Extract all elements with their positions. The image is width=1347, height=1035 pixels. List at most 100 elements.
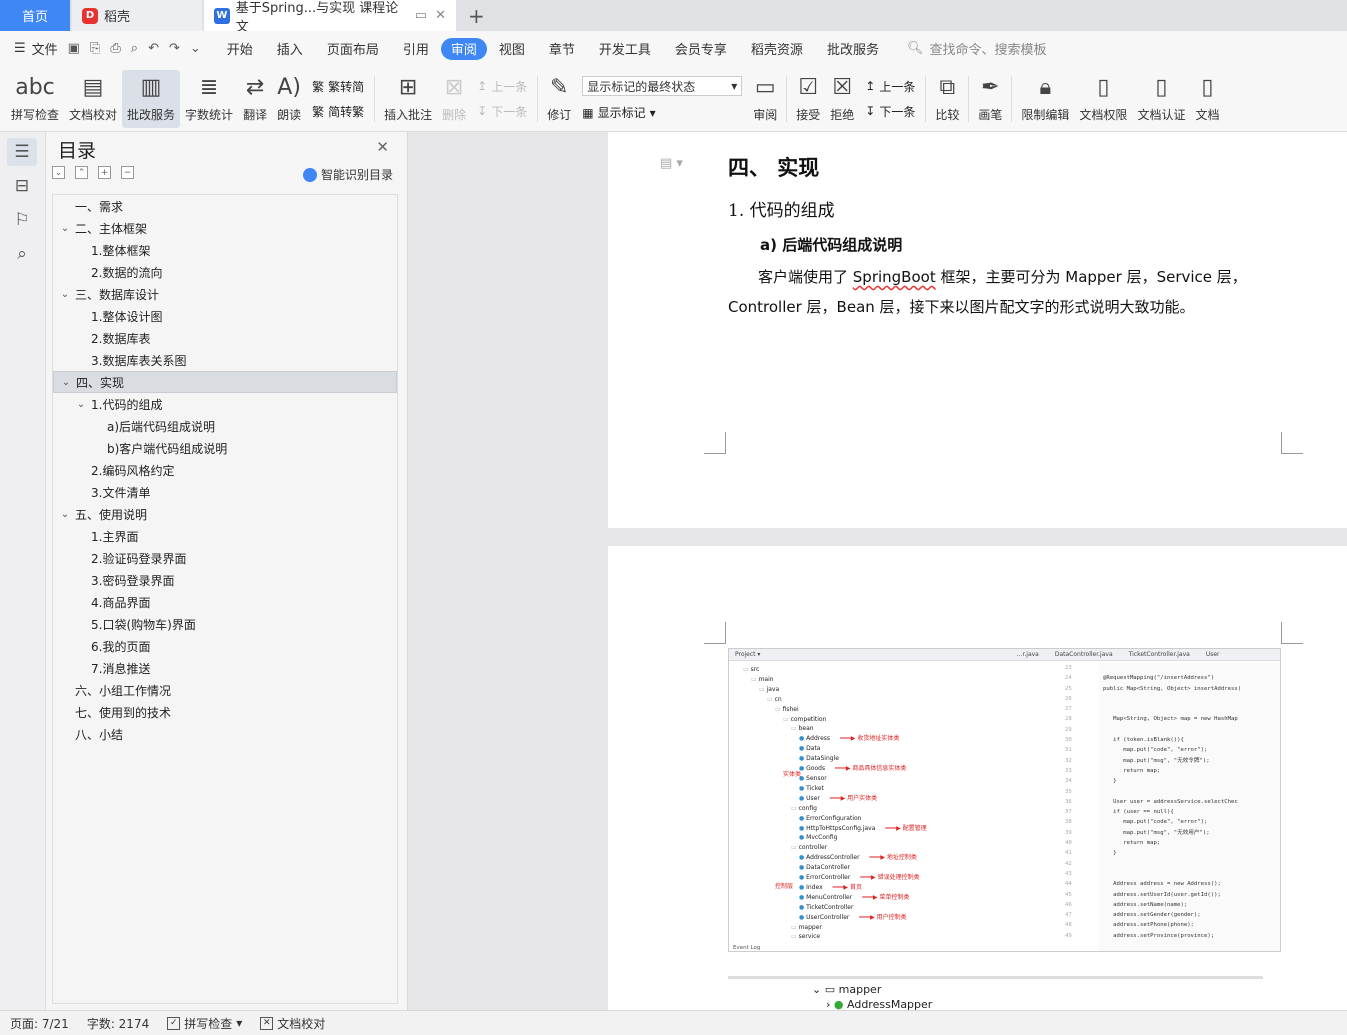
review-pane-button[interactable]: ▭ 审阅	[748, 70, 782, 128]
export-icon[interactable]: ⎘	[90, 41, 100, 56]
toc-item[interactable]: 2.数据的流向	[53, 261, 397, 283]
status-proofread[interactable]: ✕ 文档校对	[260, 1015, 325, 1032]
toc-item[interactable]: ⌄ 二、主体框架	[53, 217, 397, 239]
toc-item[interactable]: 4.商品界面	[53, 591, 397, 613]
simple-to-trad-button[interactable]: 繁简转繁	[312, 103, 364, 120]
status-spell-check[interactable]: ✓ 拼写检查 ▾	[167, 1015, 242, 1032]
add-icon[interactable]: +	[98, 166, 111, 179]
translate-button[interactable]: ⇄ 翻译	[238, 70, 272, 128]
save-icon[interactable]: ▣	[68, 41, 80, 56]
chevron-down-icon[interactable]: ⌄	[57, 509, 73, 520]
restrict-edit-button[interactable]: 🔒︎ 限制编辑	[1016, 70, 1074, 128]
toc-item[interactable]: 七、使用到的技术	[53, 701, 397, 723]
close-icon[interactable]: ✕	[376, 138, 389, 156]
chevron-down-icon[interactable]: ⌄	[57, 223, 73, 234]
doc-permission-button[interactable]: ▯ 文档权限	[1074, 70, 1132, 128]
tab-daoke[interactable]: D 稻壳	[72, 0, 202, 31]
crop-mark	[1281, 432, 1303, 454]
next-change-button[interactable]: ↧ 下一条	[865, 103, 915, 120]
toc-item[interactable]: ⌄ 四、实现	[53, 371, 397, 393]
chevron-down-icon[interactable]: ⌄	[57, 289, 73, 300]
word-count-button[interactable]: ≣ 字数统计	[180, 70, 238, 128]
next-comment-button[interactable]: ↧ 下一条	[477, 103, 527, 120]
menu-item[interactable]: 开始	[215, 38, 265, 60]
collapse-all-icon[interactable]: ⌃	[75, 166, 88, 179]
chapter-nav-button[interactable]: ⊟	[7, 172, 37, 200]
menu-item[interactable]: 审阅	[440, 37, 487, 60]
word-count[interactable]: 字数: 2174	[87, 1015, 149, 1032]
toc-item[interactable]: 一、需求	[53, 195, 397, 217]
new-tab-button[interactable]: +	[456, 0, 497, 31]
remove-icon[interactable]: −	[121, 166, 134, 179]
compare-button[interactable]: ⧉ 比较	[930, 70, 964, 128]
toc-item[interactable]: b)客户端代码组成说明	[53, 437, 397, 459]
toc-item[interactable]: 六、小组工作情况	[53, 679, 397, 701]
toc-item[interactable]: 八、小结	[53, 723, 397, 745]
correction-service-button[interactable]: ▥ 批改服务	[122, 69, 181, 128]
paragraph-menu-icon[interactable]: ▤ ▾	[660, 156, 683, 171]
toc-item[interactable]: 1.主界面	[53, 525, 397, 547]
toc-item[interactable]: ⌄ 三、数据库设计	[53, 283, 397, 305]
toc-item[interactable]: 1.整体框架	[53, 239, 397, 261]
print-icon[interactable]: ⎙	[110, 41, 120, 56]
chevron-down-icon[interactable]: ⌄	[190, 41, 201, 56]
expand-all-icon[interactable]: ⌄	[52, 166, 65, 179]
search-nav-button[interactable]: ⌕	[7, 240, 37, 268]
menu-item[interactable]: 章节	[537, 38, 587, 60]
menu-item[interactable]: 视图	[487, 38, 537, 60]
smart-toc-button[interactable]: 智能识别目录	[302, 166, 393, 183]
prev-change-button[interactable]: ↥ 上一条	[865, 78, 915, 95]
pin-icon[interactable]: ▭	[415, 8, 427, 23]
pen-button[interactable]: ✒ 画笔	[973, 70, 1007, 128]
menu-item[interactable]: 批改服务	[815, 38, 891, 60]
toc-item[interactable]: 1.整体设计图	[53, 305, 397, 327]
delete-comment-button[interactable]: ⊠ 删除	[437, 70, 471, 128]
track-changes-button[interactable]: ✎ 修订	[542, 70, 576, 128]
menu-item[interactable]: 会员专享	[663, 38, 739, 60]
next-icon: ↧	[865, 104, 876, 118]
toc-item[interactable]: 3.数据库表关系图	[53, 349, 397, 371]
redo-icon[interactable]: ↷	[169, 41, 180, 56]
proofread-button[interactable]: ▤ 文档校对	[64, 70, 122, 128]
toc-item[interactable]: 2.验证码登录界面	[53, 547, 397, 569]
file-menu[interactable]: ☰ 文件	[14, 39, 58, 58]
menu-item[interactable]: 稻壳资源	[739, 38, 815, 60]
undo-icon[interactable]: ↶	[148, 41, 159, 56]
toc-item[interactable]: ⌄ 五、使用说明	[53, 503, 397, 525]
insert-comment-button[interactable]: ⊞ 插入批注	[379, 70, 437, 128]
show-markup-button[interactable]: ▦ 显示标记 ▾	[582, 104, 742, 121]
accept-button[interactable]: ☑ 接受	[791, 70, 825, 128]
toc-item[interactable]: 2.数据库表	[53, 327, 397, 349]
doc-certify-button[interactable]: ▯ 文档认证	[1132, 70, 1190, 128]
toc-item[interactable]: a)后端代码组成说明	[53, 415, 397, 437]
toc-item[interactable]: ⌄ 1.代码的组成	[53, 393, 397, 415]
page-indicator[interactable]: 页面: 7/21	[10, 1015, 69, 1032]
toc-item[interactable]: 2.编码风格约定	[53, 459, 397, 481]
menu-item[interactable]: 插入	[265, 38, 315, 60]
menu-item[interactable]: 页面布局	[315, 38, 391, 60]
markup-state-select[interactable]: 显示标记的最终状态 ▾	[582, 76, 743, 96]
toc-item[interactable]: 6.我的页面	[53, 635, 397, 657]
spell-check-button[interactable]: abc 拼写检查	[6, 70, 64, 128]
toc-item[interactable]: 5.口袋(购物车)界面	[53, 613, 397, 635]
preview-icon[interactable]: ⌕	[131, 41, 138, 56]
chevron-down-icon[interactable]: ⌄	[73, 399, 89, 410]
chevron-down-icon[interactable]: ⌄	[58, 377, 74, 388]
toc-item[interactable]: 7.消息推送	[53, 657, 397, 679]
document-canvas[interactable]: ▤ ▾ 四、 实现 1. 代码的组成 a) 后端代码组成说明 客户端使用了 Sp…	[408, 132, 1347, 1010]
prev-comment-button[interactable]: ↥ 上一条	[477, 78, 527, 95]
tab-home[interactable]: 首页	[0, 0, 70, 31]
menu-item[interactable]: 引用	[391, 38, 441, 60]
toc-item[interactable]: 3.密码登录界面	[53, 569, 397, 591]
doc-more-button[interactable]: ▯ 文档	[1190, 70, 1224, 128]
menu-item[interactable]: 开发工具	[587, 38, 663, 60]
close-icon[interactable]: ✕	[435, 8, 446, 23]
reject-button[interactable]: ☒ 拒绝	[825, 70, 859, 128]
read-aloud-button[interactable]: A) 朗读	[272, 70, 306, 128]
command-search[interactable]: 🔍︎ 查找命令、搜索模板	[907, 39, 1047, 58]
toc-nav-button[interactable]: ☰	[7, 138, 37, 166]
bookmark-nav-button[interactable]: ⚐	[7, 206, 37, 234]
tab-document[interactable]: W 基于Spring...与实现 课程论文 ▭ ✕	[204, 0, 456, 35]
toc-item[interactable]: 3.文件清单	[53, 481, 397, 503]
trad-to-simple-button[interactable]: 繁繁转简	[312, 78, 364, 95]
